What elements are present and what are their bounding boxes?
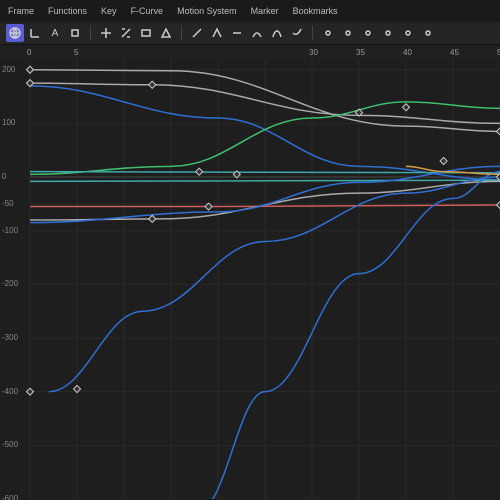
toolbar-separator	[90, 26, 91, 40]
y-tick-label: -600	[2, 494, 18, 500]
curve3-icon[interactable]	[288, 24, 306, 42]
y-tick-label: -300	[2, 333, 18, 342]
snap-icon[interactable]	[66, 24, 84, 42]
curve1-icon[interactable]	[248, 24, 266, 42]
tool-b-icon[interactable]	[339, 24, 357, 42]
move-icon[interactable]	[97, 24, 115, 42]
menu-functions[interactable]: Functions	[48, 6, 87, 16]
menu-motion-system[interactable]: Motion System	[177, 6, 237, 16]
grid	[30, 59, 500, 499]
y-tick-label: -400	[2, 387, 18, 396]
ruler-tick: 5	[74, 48, 78, 57]
keyframe[interactable]	[402, 104, 409, 111]
tool-f-icon[interactable]	[419, 24, 437, 42]
ruler-tick: 35	[356, 48, 365, 57]
keyframe[interactable]	[496, 128, 500, 135]
y-tick-label: -500	[2, 440, 18, 449]
keyframe[interactable]	[26, 66, 33, 73]
keyframe[interactable]	[149, 81, 156, 88]
menu-marker[interactable]: Marker	[251, 6, 279, 16]
curve-teal-a[interactable]	[30, 172, 500, 173]
y-tick-label: 0	[2, 172, 6, 181]
graph-canvas[interactable]	[0, 59, 500, 499]
keyframe[interactable]	[440, 157, 447, 164]
ruler-tick: 0	[27, 48, 31, 57]
curve-blue-d[interactable]	[199, 172, 500, 499]
fcurve-graph[interactable]: 200 100 0 -50 -100 -200 -300 -400 -500 -600	[0, 59, 500, 499]
keyframe[interactable]	[149, 215, 156, 222]
tool-c-icon[interactable]	[359, 24, 377, 42]
curve2-icon[interactable]	[268, 24, 286, 42]
ruler-tick: 30	[309, 48, 318, 57]
y-tick-label: -50	[2, 199, 14, 208]
toolbar-separator	[181, 26, 182, 40]
tool-d-icon[interactable]	[379, 24, 397, 42]
keyframe[interactable]	[26, 388, 33, 395]
menu-bookmarks[interactable]: Bookmarks	[293, 6, 338, 16]
axis-icon[interactable]	[26, 24, 44, 42]
scale-icon[interactable]	[117, 24, 135, 42]
menu-bar: Frame Functions Key F-Curve Motion System Mar…	[0, 0, 500, 22]
keyframe[interactable]	[496, 201, 500, 208]
ruler-tick: 45	[450, 48, 459, 57]
curve-teal-b[interactable]	[30, 180, 500, 181]
menu-f-curve[interactable]: F-Curve	[131, 6, 164, 16]
ruler-tick: 40	[403, 48, 412, 57]
y-tick-label: 100	[2, 118, 15, 127]
menu-key[interactable]: Key	[101, 6, 117, 16]
line3-icon[interactable]	[228, 24, 246, 42]
y-tick-label: -100	[2, 226, 18, 235]
toolbar-separator	[312, 26, 313, 40]
tri-icon[interactable]	[157, 24, 175, 42]
time-ruler[interactable]: 053035404550	[0, 45, 500, 59]
tool-e-icon[interactable]	[399, 24, 417, 42]
keyframe[interactable]	[196, 168, 203, 175]
line2-icon[interactable]	[208, 24, 226, 42]
menu-frame[interactable]: Frame	[8, 6, 34, 16]
y-tick-label: 200	[2, 65, 15, 74]
line1-icon[interactable]	[188, 24, 206, 42]
globe-icon[interactable]	[6, 24, 24, 42]
rect-icon[interactable]	[137, 24, 155, 42]
letter-a-icon[interactable]: A	[46, 24, 64, 42]
tool-a-icon[interactable]	[319, 24, 337, 42]
y-tick-label: -200	[2, 279, 18, 288]
toolbar: A	[0, 22, 500, 45]
